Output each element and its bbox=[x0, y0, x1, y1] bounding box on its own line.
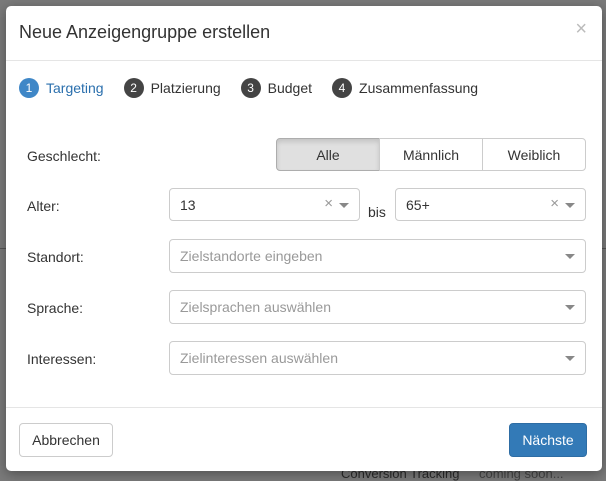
age-label: Alter: bbox=[27, 198, 60, 214]
gender-label: Geschlecht: bbox=[27, 148, 101, 164]
step-summary[interactable]: 4 Zusammenfassung bbox=[332, 78, 478, 98]
age-to-select[interactable]: 65+ × bbox=[395, 188, 586, 221]
step-budget[interactable]: 3 Budget bbox=[240, 78, 313, 98]
age-to-value: 65+ bbox=[406, 197, 430, 213]
modal-footer: Abbrechen Nächste bbox=[6, 407, 602, 472]
language-placeholder: Zielsprachen auswählen bbox=[180, 299, 331, 315]
language-select[interactable]: Zielsprachen auswählen bbox=[169, 290, 586, 324]
modal-title: Neue Anzeigengruppe erstellen bbox=[19, 22, 271, 42]
chevron-down-icon bbox=[565, 356, 575, 361]
step-label: Platzierung bbox=[150, 80, 221, 96]
step-label: Budget bbox=[267, 80, 313, 96]
location-label: Standort: bbox=[27, 249, 84, 265]
next-button[interactable]: Nächste bbox=[509, 423, 587, 457]
create-ad-group-modal: Neue Anzeigengruppe erstellen × 1 Target… bbox=[6, 6, 602, 471]
chevron-down-icon bbox=[565, 254, 575, 259]
step-targeting[interactable]: 1 Targeting bbox=[19, 78, 104, 98]
cancel-button[interactable]: Abbrechen bbox=[19, 423, 113, 457]
clear-icon[interactable]: × bbox=[550, 195, 559, 212]
location-select[interactable]: Zielstandorte eingeben bbox=[169, 239, 586, 273]
gender-option-all[interactable]: Alle bbox=[276, 138, 380, 171]
location-placeholder: Zielstandorte eingeben bbox=[180, 248, 323, 264]
chevron-down-icon bbox=[565, 203, 575, 208]
step-number: 4 bbox=[332, 78, 353, 98]
wizard-steps: 1 Targeting 2 Platzierung 3 Budget 4 Zus… bbox=[19, 78, 498, 98]
age-from-value: 13 bbox=[180, 197, 196, 213]
gender-toggle-group: Alle Männlich Weiblich bbox=[276, 138, 586, 171]
age-from-select[interactable]: 13 × bbox=[169, 188, 360, 221]
step-placement[interactable]: 2 Platzierung bbox=[123, 78, 221, 98]
step-number: 3 bbox=[240, 78, 261, 98]
interests-placeholder: Zielinteressen auswählen bbox=[180, 350, 338, 366]
step-label: Zusammenfassung bbox=[359, 80, 479, 96]
gender-option-male[interactable]: Männlich bbox=[379, 138, 483, 171]
chevron-down-icon bbox=[565, 305, 575, 310]
step-label: Targeting bbox=[46, 80, 104, 96]
interests-label: Interessen: bbox=[27, 351, 97, 367]
gender-option-female[interactable]: Weiblich bbox=[482, 138, 586, 171]
interests-select[interactable]: Zielinteressen auswählen bbox=[169, 341, 586, 375]
step-number: 1 bbox=[19, 78, 39, 98]
chevron-down-icon bbox=[339, 203, 349, 208]
language-label: Sprache: bbox=[27, 300, 84, 316]
step-number: 2 bbox=[123, 78, 144, 98]
close-icon[interactable]: × bbox=[575, 19, 587, 39]
age-range-separator: bis bbox=[368, 204, 386, 220]
modal-header: Neue Anzeigengruppe erstellen × bbox=[6, 6, 602, 61]
clear-icon[interactable]: × bbox=[324, 195, 333, 212]
